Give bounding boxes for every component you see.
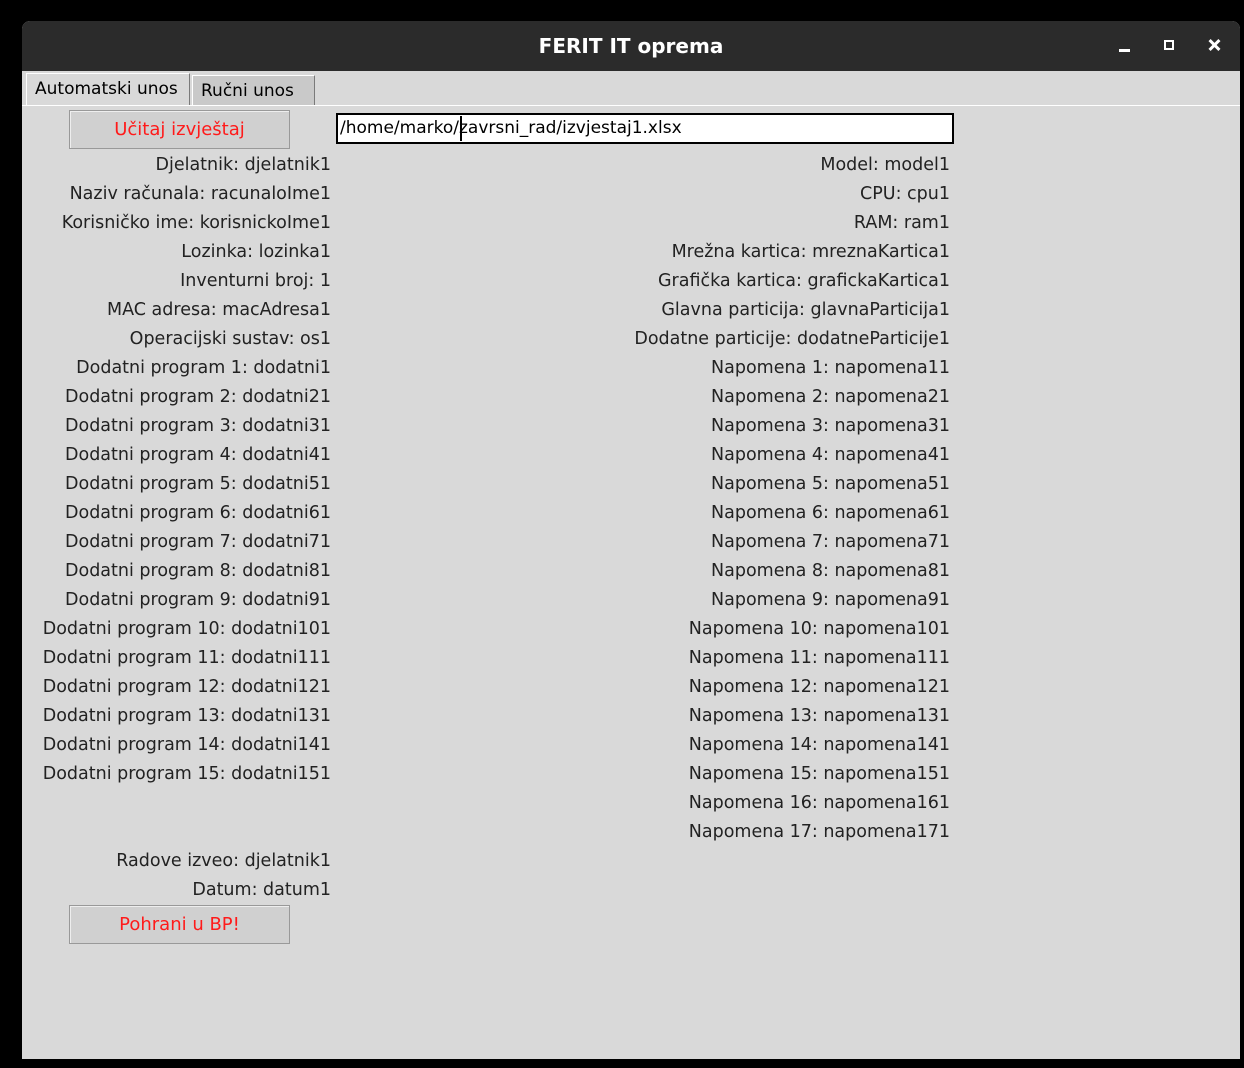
right-field-label: Dodatne particije: dodatneParticije1 [634, 329, 950, 349]
left-field-label: Dodatni program 14: dodatni141 [42, 735, 331, 755]
tab-automatski-unos[interactable]: Automatski unos [26, 73, 190, 105]
right-field-label: Napomena 4: napomena41 [711, 445, 950, 465]
left-field-label: Korisničko ime: korisnickoIme1 [61, 213, 331, 233]
right-field-label: Napomena 1: napomena11 [711, 358, 950, 378]
text-cursor [460, 116, 462, 141]
right-field-label: Napomena 8: napomena81 [711, 561, 950, 581]
right-field-label: Napomena 11: napomena111 [688, 648, 950, 668]
right-field-label: Napomena 7: napomena71 [711, 532, 950, 552]
right-field-label: RAM: ram1 [853, 213, 950, 233]
left-field-label: Naziv računala: racunaloIme1 [69, 184, 331, 204]
right-field-label: Napomena 5: napomena51 [711, 474, 950, 494]
right-field-label: Model: model1 [820, 155, 950, 175]
tab-bar: Automatski unos Ručni unos [22, 72, 1240, 106]
load-report-button[interactable]: Učitaj izvještaj [69, 110, 290, 149]
right-field-label: Napomena 14: napomena141 [688, 735, 950, 755]
left-field-label: Dodatni program 2: dodatni21 [65, 387, 331, 407]
right-field-label: Napomena 6: napomena61 [711, 503, 950, 523]
left-field-label: Inventurni broj: 1 [180, 271, 331, 291]
left-field-label: Djelatnik: djelatnik1 [155, 155, 331, 175]
left-field-label: Dodatni program 12: dodatni121 [42, 677, 331, 697]
left-field-label: Dodatni program 9: dodatni91 [65, 590, 331, 610]
right-field-label: Napomena 9: napomena91 [711, 590, 950, 610]
window-title: FERIT IT oprema [538, 34, 724, 58]
right-field-label: Napomena 15: napomena151 [688, 764, 950, 784]
maximize-icon[interactable] [1157, 33, 1181, 57]
right-field-label: Napomena 17: napomena171 [688, 822, 950, 842]
date-label: Datum: datum1 [192, 880, 331, 900]
left-field-label: Lozinka: lozinka1 [181, 242, 331, 262]
right-field-label: Grafička kartica: grafickaKartica1 [657, 271, 950, 291]
right-field-label: Napomena 12: napomena121 [688, 677, 950, 697]
right-field-label: Napomena 2: napomena21 [711, 387, 950, 407]
file-path-input[interactable]: /home/marko/zavrsni_rad/izvjestaj1.xlsx [336, 113, 954, 144]
tab-rucni-unos[interactable]: Ručni unos [192, 75, 315, 105]
left-field-label: Dodatni program 13: dodatni131 [42, 706, 331, 726]
left-field-label: Dodatni program 1: dodatni1 [76, 358, 331, 378]
left-field-label: Dodatni program 3: dodatni31 [65, 416, 331, 436]
save-to-db-button[interactable]: Pohrani u BP! [69, 905, 290, 944]
right-field-label: Napomena 10: napomena101 [688, 619, 950, 639]
right-field-label: Napomena 13: napomena131 [688, 706, 950, 726]
performed-by-label: Radove izveo: djelatnik1 [116, 851, 331, 871]
left-field-label: Dodatni program 5: dodatni51 [65, 474, 331, 494]
close-icon[interactable] [1202, 33, 1226, 57]
left-field-label: Dodatni program 7: dodatni71 [65, 532, 331, 552]
left-field-label: Dodatni program 15: dodatni151 [42, 764, 331, 784]
right-field-label: Mrežna kartica: mreznaKartica1 [671, 242, 950, 262]
left-field-label: Dodatni program 4: dodatni41 [65, 445, 331, 465]
right-field-label: Napomena 16: napomena161 [688, 793, 950, 813]
left-field-label: Dodatni program 8: dodatni81 [65, 561, 331, 581]
left-field-label: MAC adresa: macAdresa1 [107, 300, 331, 320]
left-field-label: Operacijski sustav: os1 [129, 329, 331, 349]
right-field-label: Glavna particija: glavnaParticija1 [661, 300, 950, 320]
right-field-label: CPU: cpu1 [860, 184, 950, 204]
right-field-label: Napomena 3: napomena31 [711, 416, 950, 436]
minimize-icon[interactable] [1112, 33, 1136, 57]
left-field-label: Dodatni program 11: dodatni111 [42, 648, 331, 668]
title-bar[interactable]: FERIT IT oprema [22, 21, 1240, 71]
left-field-label: Dodatni program 10: dodatni101 [42, 619, 331, 639]
left-field-label: Dodatni program 6: dodatni61 [65, 503, 331, 523]
app-window: FERIT IT oprema Automatski unos Ručni un… [22, 21, 1240, 1059]
